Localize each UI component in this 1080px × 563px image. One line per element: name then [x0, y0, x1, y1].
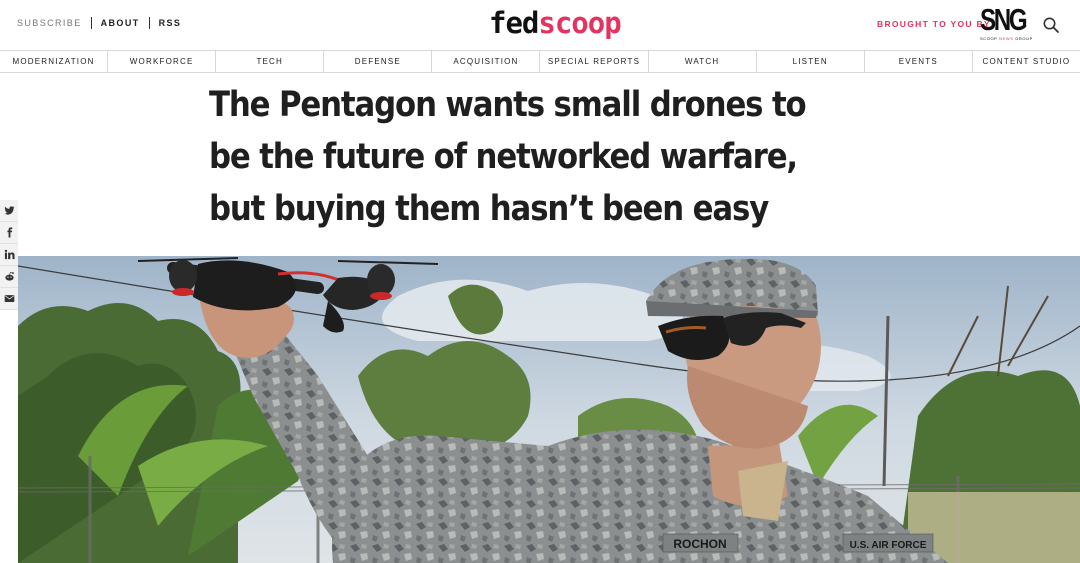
- hero-photo-illustration: ROCHON U.S. AIR FORCE: [18, 256, 1080, 563]
- nav-item-watch[interactable]: WATCH: [649, 51, 757, 72]
- rss-link[interactable]: RSS: [159, 18, 182, 28]
- email-icon: [4, 295, 14, 302]
- nav-item-events[interactable]: EVENTS: [865, 51, 973, 72]
- search-icon: [1043, 17, 1059, 33]
- reddit-icon: [4, 271, 14, 281]
- site-logo[interactable]: fedscoop: [489, 4, 622, 42]
- top-bar: SUBSCRIBE ABOUT RSS fedscoop BROUGHT TO …: [0, 0, 1080, 50]
- utility-links: SUBSCRIBE ABOUT RSS: [17, 17, 181, 29]
- about-link[interactable]: ABOUT: [101, 18, 140, 28]
- facebook-icon: [6, 227, 12, 238]
- divider: [148, 17, 150, 29]
- hero-name-tape: ROCHON: [673, 537, 726, 551]
- nav-item-content-studio[interactable]: CONTENT STUDIO: [973, 51, 1080, 72]
- article-title: The Pentagon wants small drones to be th…: [209, 85, 807, 229]
- share-email-button[interactable]: [0, 288, 18, 310]
- nav-item-special-reports[interactable]: SPECIAL REPORTS: [540, 51, 649, 72]
- sponsor-logo[interactable]: SNG SCOOP NEWS GROUP: [980, 2, 1032, 44]
- nav-item-tech[interactable]: TECH: [216, 51, 325, 72]
- sponsor-name: SNG: [980, 2, 1028, 37]
- share-facebook-button[interactable]: [0, 222, 18, 244]
- sponsor-label: BROUGHT TO YOU BY: [877, 19, 991, 29]
- logo-part-scoop: scoop: [538, 6, 621, 40]
- share-linkedin-button[interactable]: [0, 244, 18, 266]
- nav-item-workforce[interactable]: WORKFORCE: [108, 51, 217, 72]
- linkedin-icon: [4, 249, 15, 260]
- twitter-icon: [3, 206, 15, 215]
- share-twitter-button[interactable]: [0, 200, 18, 222]
- nav-item-modernization[interactable]: MODERNIZATION: [0, 51, 109, 72]
- subscribe-link[interactable]: SUBSCRIBE: [17, 18, 82, 28]
- hero-branch-tape: U.S. AIR FORCE: [850, 540, 927, 551]
- divider: [90, 17, 92, 29]
- main-nav: MODERNIZATION WORKFORCE TECH DEFENSE ACQ…: [0, 50, 1080, 73]
- share-reddit-button[interactable]: [0, 266, 18, 288]
- hero-image: ROCHON U.S. AIR FORCE: [18, 256, 1080, 563]
- search-button[interactable]: [1042, 16, 1060, 34]
- share-bar: [0, 200, 18, 310]
- nav-item-acquisition[interactable]: ACQUISITION: [432, 51, 541, 72]
- nav-item-listen[interactable]: LISTEN: [757, 51, 865, 72]
- logo-part-fed: fed: [489, 6, 539, 40]
- nav-item-defense[interactable]: DEFENSE: [324, 51, 433, 72]
